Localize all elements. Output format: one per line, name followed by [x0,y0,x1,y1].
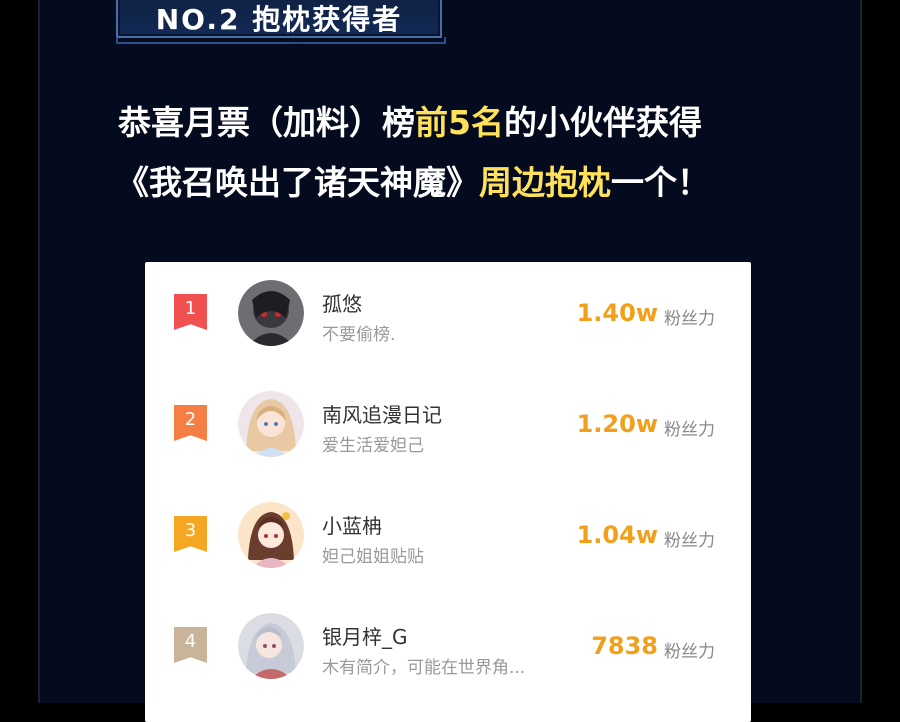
fan-score: 1.20w [576,410,658,438]
user-name[interactable]: 小蓝柟 [322,510,382,539]
headline-line-2: 《我召唤出了诸天神魔》周边抱枕一个！ [0,156,900,204]
user-name[interactable]: 孤悠 [322,288,362,317]
fan-score: 1.40w [576,299,658,327]
user-bio: 不要偷榜. [322,325,396,345]
user-name[interactable]: 南风追漫日记 [322,399,442,428]
avatar-anime-girl-icon[interactable] [238,613,304,679]
user-name[interactable]: 银月梓_G [322,621,408,650]
headline-2-highlight: 周边抱枕 [479,163,611,202]
ranking-row[interactable]: 4 银月梓_G 木有简介，可能在世界角... 7838 粉丝力 [145,595,751,706]
ranking-row[interactable]: 1 孤悠 不要偷榜. 1.40w 粉丝力 [145,262,751,373]
headline-1-text: 恭喜月票（加料）榜 [118,103,415,142]
rank-badge: 4 [174,627,207,663]
fan-score-unit: 粉丝力 [664,420,715,440]
screen: NO.2 抱枕获得者 恭喜月票（加料）榜前5名的小伙伴获得 《我召唤出了诸天神魔… [0,0,900,722]
user-bio: 爱生活爱妲己 [322,436,424,456]
headline-line-1: 恭喜月票（加料）榜前5名的小伙伴获得 [0,96,900,144]
headline-1-tail: 的小伙伴获得 [503,103,702,142]
rank-badge: 1 [174,294,207,330]
headline-1-highlight: 前5名 [415,103,504,142]
avatar-anime-girl-icon[interactable] [238,391,304,457]
ranking-card: 1 孤悠 不要偷榜. 1.40w 粉丝力 2 南风追漫日记 爱生活爱妲己 1.2… [145,262,751,722]
rank-badge: 3 [174,516,207,552]
avatar-dark-icon[interactable] [238,280,304,346]
user-bio: 妲己姐姐贴贴 [322,547,424,567]
ranking-row[interactable]: 3 小蓝柟 妲己姐姐贴贴 1.04w 粉丝力 [145,484,751,595]
ranking-row[interactable]: 2 南风追漫日记 爱生活爱妲己 1.20w 粉丝力 [145,373,751,484]
fan-score: 1.04w [576,521,658,549]
badge-title: NO.2 抱枕获得者 [155,3,403,36]
title-badge: NO.2 抱枕获得者 [116,0,446,44]
fan-score: 7838 [591,632,658,660]
headline-2-tail: 一个！ [611,163,710,202]
fan-score-unit: 粉丝力 [664,309,715,329]
avatar-anime-girl-icon[interactable] [238,502,304,568]
fan-score-unit: 粉丝力 [664,531,715,551]
user-bio: 木有简介，可能在世界角... [322,658,526,678]
headline-2-text: 《我召唤出了诸天神魔》 [116,163,479,202]
rank-badge: 2 [174,405,207,441]
fan-score-unit: 粉丝力 [664,642,715,662]
